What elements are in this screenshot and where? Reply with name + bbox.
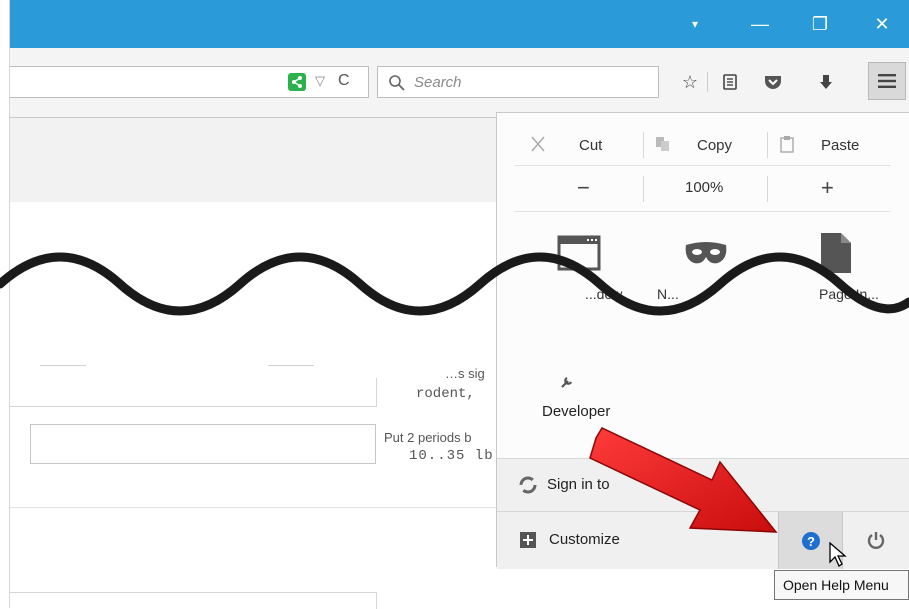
copy-icon xyxy=(656,137,669,151)
page-mono-text: 10..35 lb xyxy=(409,448,494,464)
restore-glyph: ❐ xyxy=(811,13,829,34)
close-button[interactable]: ✕ xyxy=(857,0,907,48)
quit-button[interactable] xyxy=(843,512,909,569)
mouse-cursor-icon xyxy=(829,542,847,567)
power-icon xyxy=(867,532,885,549)
cut-button[interactable]: Cut xyxy=(579,137,602,154)
zoom-out-button[interactable]: − xyxy=(577,175,590,201)
customize-plus-icon xyxy=(520,532,536,548)
tab-list-dropdown-icon[interactable]: ▾ xyxy=(670,0,720,48)
paste-button[interactable]: Paste xyxy=(821,137,859,154)
cut-icon xyxy=(531,136,545,152)
paste-icon xyxy=(780,136,794,153)
row-divider xyxy=(515,165,891,166)
copy-button[interactable]: Copy xyxy=(697,137,732,154)
page-snippet-text: …s sig xyxy=(445,366,485,381)
separator xyxy=(767,176,768,202)
bookmark-star-icon[interactable]: ☆ xyxy=(675,66,705,98)
title-bar: ▾ — ❐ ✕ xyxy=(0,0,909,48)
dropdown-glyph: ▾ xyxy=(691,17,699,31)
tooltip-text: Open Help Menu xyxy=(783,577,889,593)
separator xyxy=(643,176,644,202)
search-placeholder: Search xyxy=(414,74,462,91)
page-divider xyxy=(10,507,496,508)
close-glyph: ✕ xyxy=(874,13,890,34)
restore-button[interactable]: ❐ xyxy=(795,0,845,48)
history-dropmarker-icon[interactable]: ▽ xyxy=(315,73,325,89)
minimize-button[interactable]: — xyxy=(735,0,785,48)
page-mono-text: rodent, xyxy=(416,386,475,402)
open-menu-button[interactable] xyxy=(868,62,906,100)
sync-icon xyxy=(519,476,537,494)
help-tooltip: Open Help Menu xyxy=(774,570,909,600)
page-box-bottom xyxy=(10,592,377,609)
help-icon: ? xyxy=(802,532,820,550)
page-help-text: Put 2 periods b xyxy=(384,430,472,445)
svg-text:?: ? xyxy=(807,534,815,549)
row-divider xyxy=(515,211,891,212)
toolbar-separator xyxy=(707,72,708,92)
navigation-toolbar: ▽ C Search ☆ xyxy=(0,48,909,118)
edit-controls-row: Cut Copy Paste xyxy=(515,123,891,167)
bookmarks-menu-icon[interactable] xyxy=(715,66,745,98)
search-bar[interactable]: Search xyxy=(377,66,659,98)
url-bar[interactable]: ▽ C xyxy=(0,66,369,98)
page-input-box[interactable] xyxy=(10,378,377,407)
pocket-icon[interactable] xyxy=(758,66,788,98)
minimize-glyph: — xyxy=(751,13,769,34)
wrench-icon xyxy=(561,377,572,388)
page-divider xyxy=(40,365,86,366)
red-pointer-arrow xyxy=(589,427,778,533)
downloads-icon[interactable] xyxy=(811,66,841,98)
page-divider xyxy=(268,365,314,366)
separator xyxy=(643,132,644,158)
reload-icon[interactable]: C xyxy=(338,72,350,90)
search-icon xyxy=(389,75,405,91)
zoom-controls-row: − 100% + xyxy=(515,167,891,211)
page-text-field[interactable] xyxy=(30,424,376,464)
hamburger-icon xyxy=(878,74,896,88)
developer-button[interactable]: Developer xyxy=(542,403,610,420)
share-icon[interactable] xyxy=(288,73,306,91)
wavy-break-line xyxy=(0,252,909,316)
zoom-in-button[interactable]: + xyxy=(821,175,834,201)
separator xyxy=(767,132,768,158)
zoom-reset-button[interactable]: 100% xyxy=(685,179,723,196)
